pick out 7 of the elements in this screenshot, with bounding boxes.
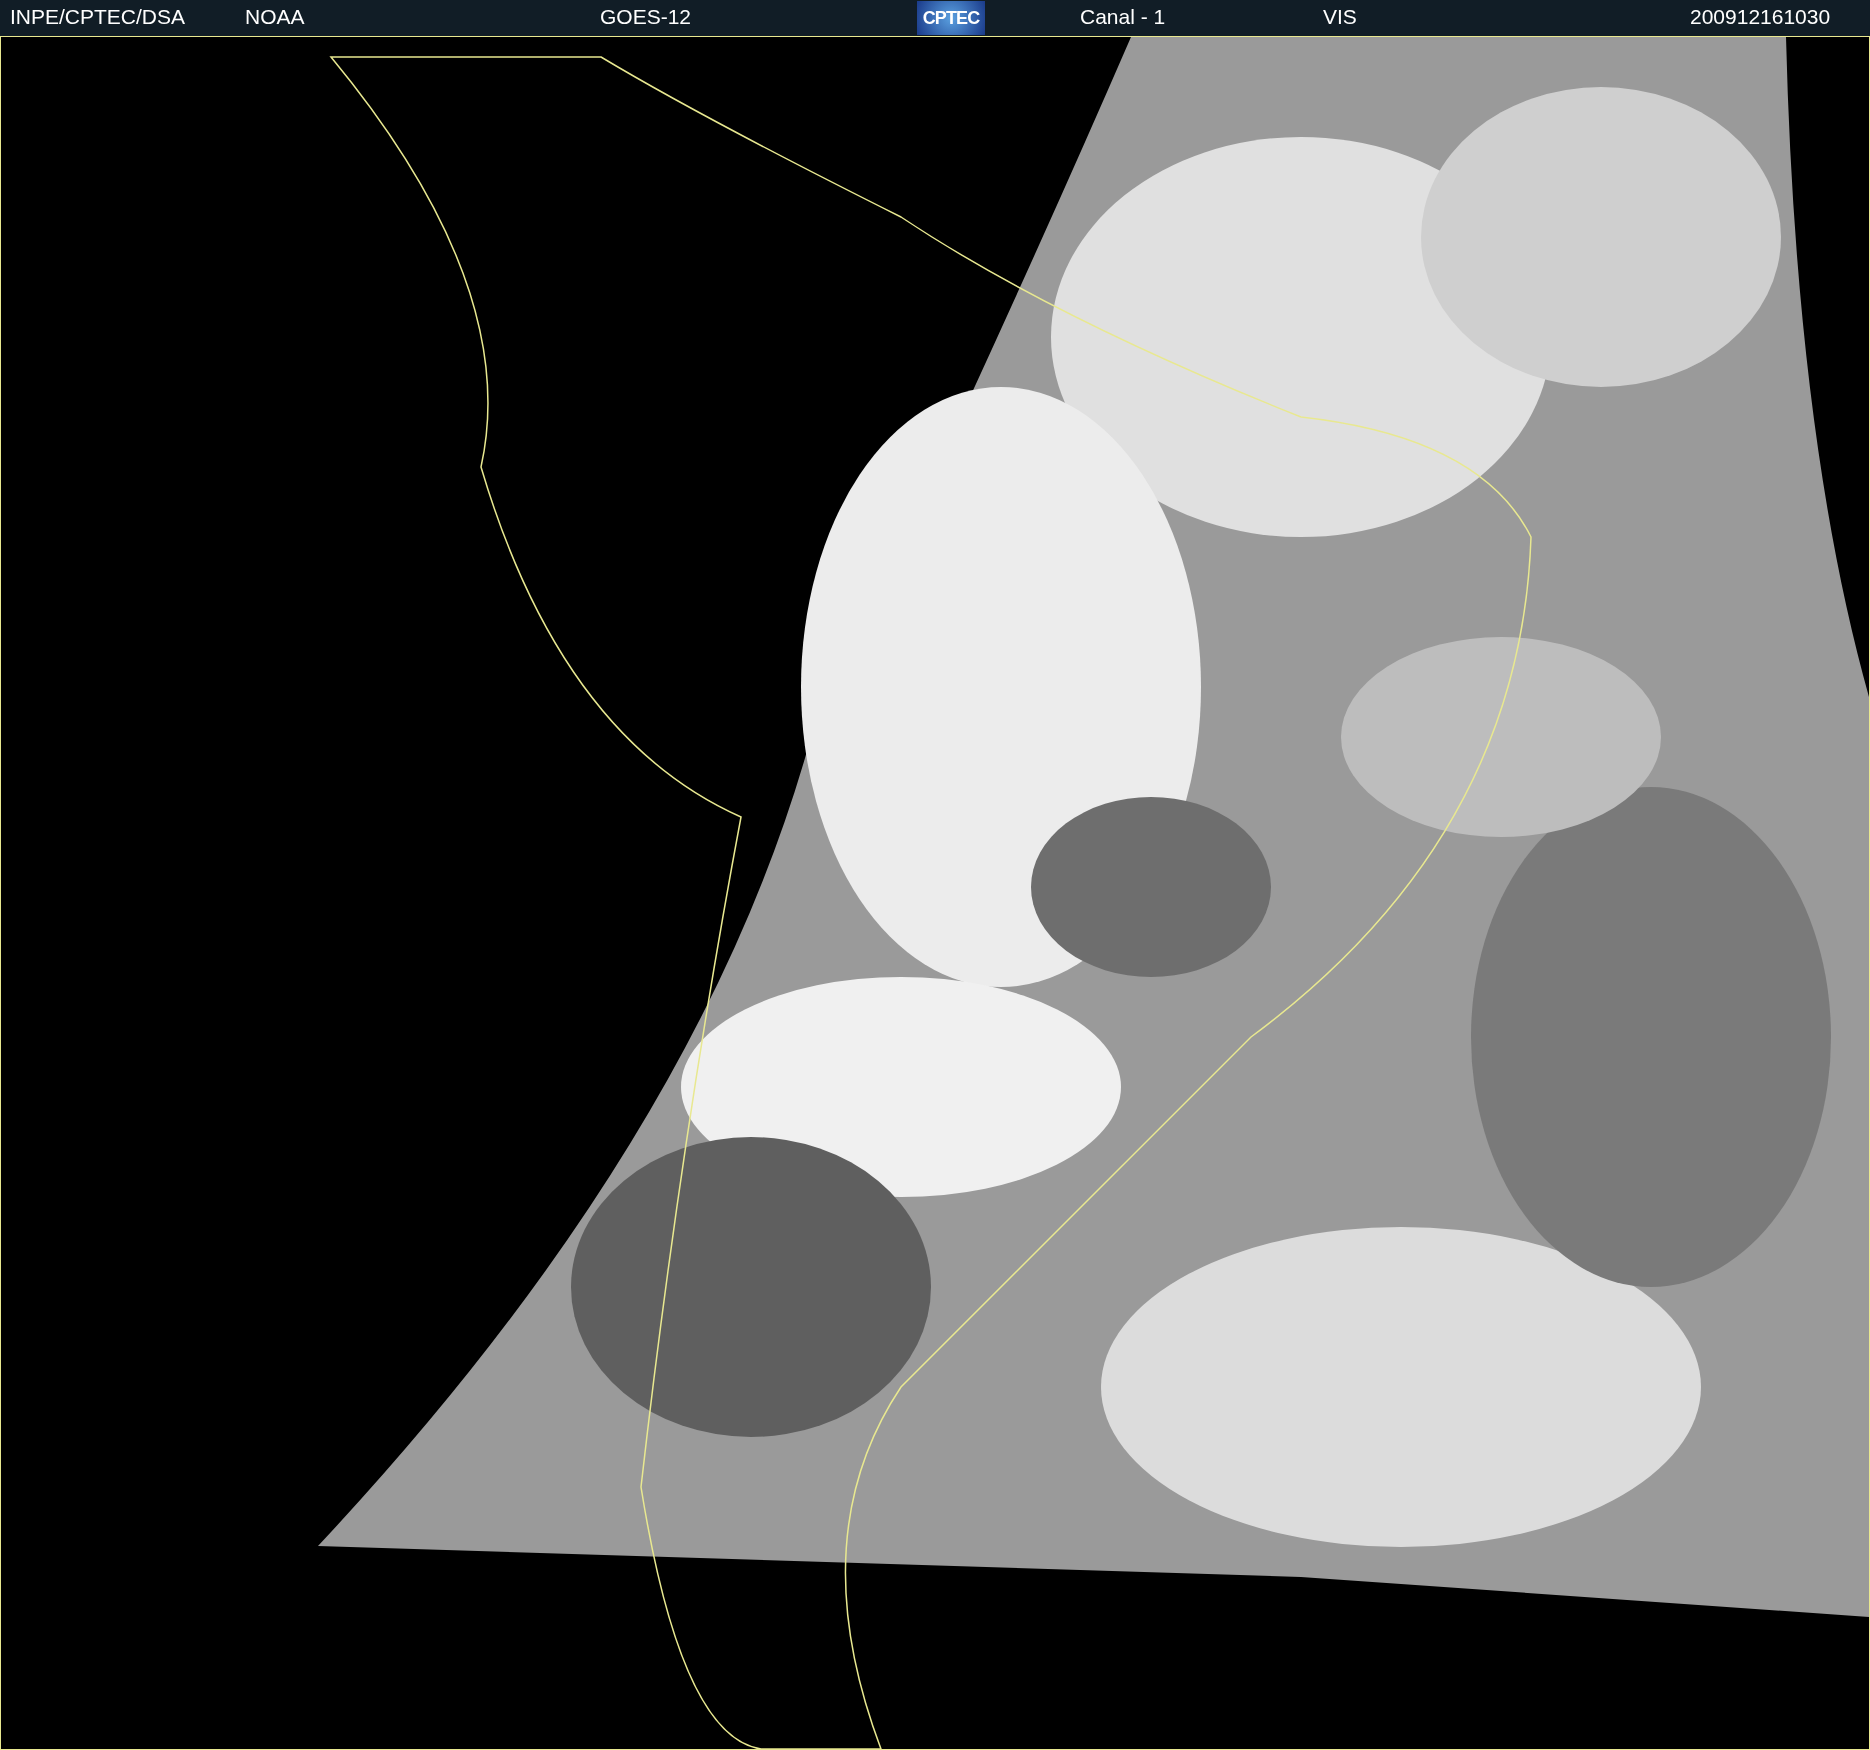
- agency-label: NOAA: [245, 4, 305, 28]
- satellite-label: GOES-12: [600, 4, 692, 28]
- source-label: INPE/CPTEC/DSA: [10, 4, 186, 28]
- logo-text: CPTEC: [922, 9, 980, 27]
- timestamp-label: 200912161030: [1690, 4, 1831, 28]
- channel-label: Canal - 1: [1080, 4, 1166, 28]
- band-label: VIS: [1323, 4, 1357, 28]
